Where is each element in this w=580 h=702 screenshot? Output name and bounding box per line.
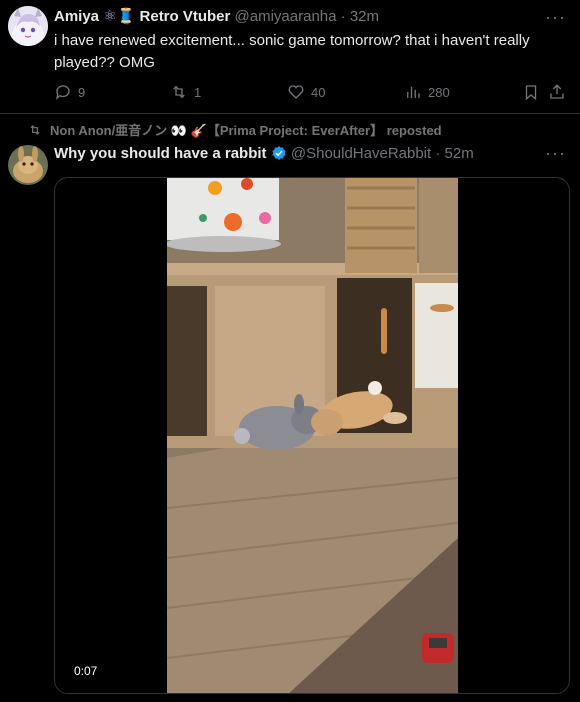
avatar[interactable] xyxy=(8,6,48,46)
more-options-button[interactable]: ··· xyxy=(545,8,566,26)
views-chart-icon xyxy=(407,86,420,98)
like-count: 40 xyxy=(311,84,326,100)
views-button[interactable]: 280 xyxy=(404,80,450,104)
separator-dot: · xyxy=(340,8,346,25)
verified-badge-icon xyxy=(272,146,286,160)
video-thumbnail-image xyxy=(167,178,458,693)
video-frame xyxy=(167,178,458,693)
tweet-actions: 9 1 40 280 xyxy=(54,80,564,104)
reply-button[interactable]: 9 xyxy=(54,80,85,104)
spool-emoji-icon: 🧵 xyxy=(116,8,136,25)
video-player[interactable]: 0:07 xyxy=(54,177,570,694)
video-timestamp: 0:07 xyxy=(71,663,101,679)
separator-dot: · xyxy=(435,145,441,162)
author-handle[interactable]: @ShouldHaveRabbit xyxy=(291,145,431,162)
heart-icon xyxy=(288,85,304,99)
author-handle[interactable]: @amiyaaranha xyxy=(235,8,337,25)
tweet-time[interactable]: 32m xyxy=(350,8,379,25)
atom-emoji-icon: ⚛ xyxy=(103,8,117,25)
bookmark-icon xyxy=(525,85,537,101)
author-name[interactable]: Why you should have a rabbit xyxy=(54,145,267,162)
like-button[interactable]: 40 xyxy=(287,80,325,104)
view-count: 280 xyxy=(428,84,450,100)
retweet-button[interactable]: 1 xyxy=(170,80,201,104)
tweet-header: Amiya ⚛🧵 Retro Vtuber @amiyaaranha · 32m xyxy=(54,7,379,27)
reply-count: 9 xyxy=(78,84,86,100)
share-button[interactable] xyxy=(548,80,566,104)
retweet-icon xyxy=(173,85,185,99)
repost-indicator: Non Anon/亜音ノン 👀 🎸【Prima Project: EverAft… xyxy=(28,122,442,140)
avatar[interactable] xyxy=(8,145,48,185)
rabbit-avatar-image xyxy=(8,145,48,185)
tweet-time[interactable]: 52m xyxy=(445,145,474,162)
tweet-header: Why you should have a rabbit @ShouldHave… xyxy=(54,144,474,164)
reply-icon xyxy=(55,85,70,100)
tweet-text: i have renewed excitement... sonic game … xyxy=(54,32,530,71)
tweet-rabbit[interactable]: Non Anon/亜音ノン 👀 🎸【Prima Project: EverAft… xyxy=(0,114,580,702)
repost-icon xyxy=(30,125,40,135)
share-icon xyxy=(550,84,564,99)
retweet-count: 1 xyxy=(194,84,202,100)
avatar-image xyxy=(8,6,48,46)
repost-label[interactable]: Non Anon/亜音ノン 👀 🎸【Prima Project: EverAft… xyxy=(50,123,442,138)
tweet-amiya[interactable]: Amiya ⚛🧵 Retro Vtuber @amiyaaranha · 32m… xyxy=(0,0,580,114)
more-options-button[interactable]: ··· xyxy=(545,144,566,162)
bookmark-button[interactable] xyxy=(522,80,540,104)
author-name-suffix[interactable]: Retro Vtuber xyxy=(140,8,231,25)
author-name[interactable]: Amiya xyxy=(54,8,99,25)
